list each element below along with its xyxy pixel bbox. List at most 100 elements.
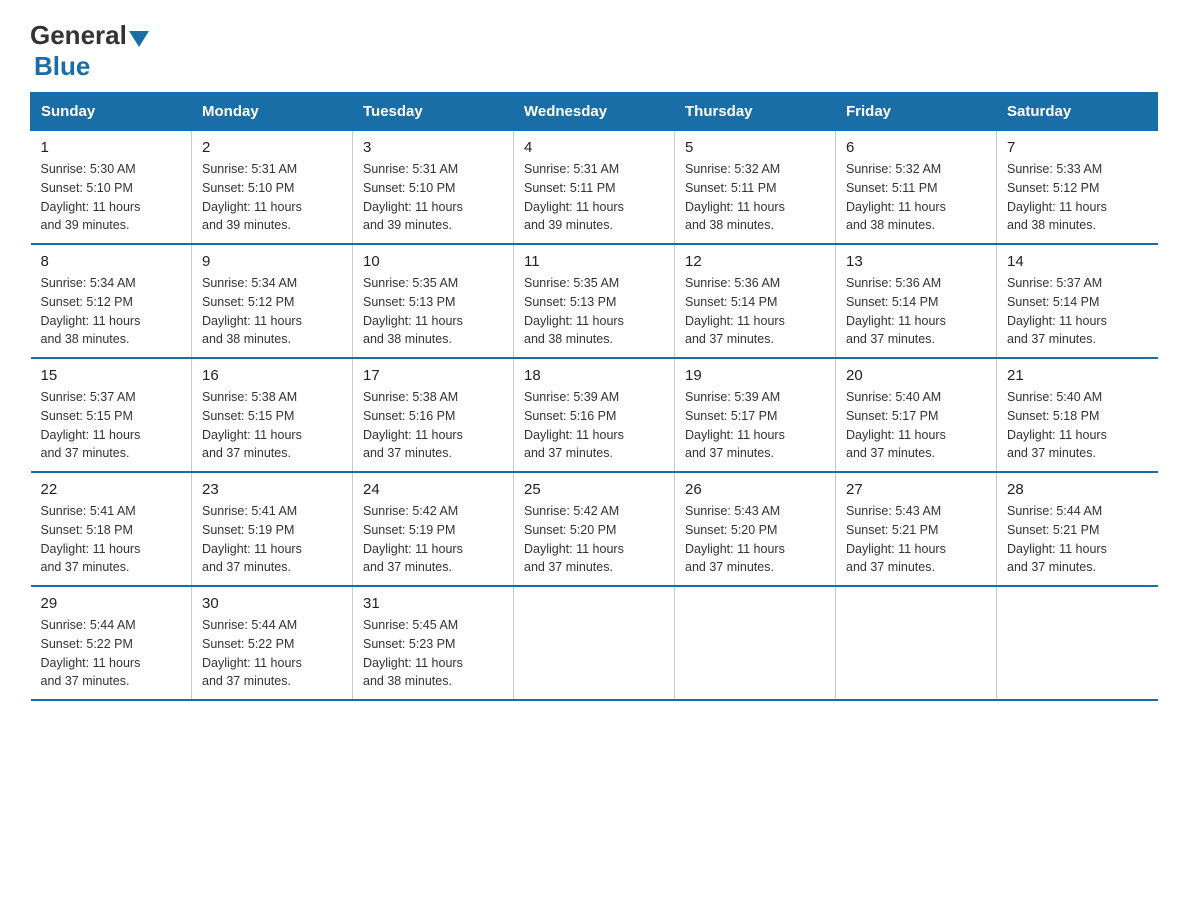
calendar-cell: 17 Sunrise: 5:38 AMSunset: 5:16 PMDaylig… — [353, 358, 514, 472]
calendar-cell: 9 Sunrise: 5:34 AMSunset: 5:12 PMDayligh… — [192, 244, 353, 358]
day-info: Sunrise: 5:36 AMSunset: 5:14 PMDaylight:… — [846, 274, 986, 349]
day-number: 5 — [685, 139, 825, 156]
day-number: 16 — [202, 367, 342, 384]
calendar-cell: 13 Sunrise: 5:36 AMSunset: 5:14 PMDaylig… — [836, 244, 997, 358]
calendar-cell: 10 Sunrise: 5:35 AMSunset: 5:13 PMDaylig… — [353, 244, 514, 358]
day-number: 18 — [524, 367, 664, 384]
day-info: Sunrise: 5:31 AMSunset: 5:11 PMDaylight:… — [524, 160, 664, 235]
day-info: Sunrise: 5:43 AMSunset: 5:20 PMDaylight:… — [685, 502, 825, 577]
day-number: 6 — [846, 139, 986, 156]
calendar-cell: 19 Sunrise: 5:39 AMSunset: 5:17 PMDaylig… — [675, 358, 836, 472]
calendar-cell: 31 Sunrise: 5:45 AMSunset: 5:23 PMDaylig… — [353, 586, 514, 700]
calendar-cell: 28 Sunrise: 5:44 AMSunset: 5:21 PMDaylig… — [997, 472, 1158, 586]
calendar-cell: 12 Sunrise: 5:36 AMSunset: 5:14 PMDaylig… — [675, 244, 836, 358]
calendar-cell: 4 Sunrise: 5:31 AMSunset: 5:11 PMDayligh… — [514, 131, 675, 245]
calendar-cell: 2 Sunrise: 5:31 AMSunset: 5:10 PMDayligh… — [192, 131, 353, 245]
day-number: 31 — [363, 595, 503, 612]
day-info: Sunrise: 5:30 AMSunset: 5:10 PMDaylight:… — [41, 160, 182, 235]
day-info: Sunrise: 5:42 AMSunset: 5:19 PMDaylight:… — [363, 502, 503, 577]
day-number: 27 — [846, 481, 986, 498]
day-info: Sunrise: 5:39 AMSunset: 5:17 PMDaylight:… — [685, 388, 825, 463]
day-number: 7 — [1007, 139, 1148, 156]
day-number: 2 — [202, 139, 342, 156]
logo-general-text: General — [30, 20, 127, 51]
calendar-cell: 27 Sunrise: 5:43 AMSunset: 5:21 PMDaylig… — [836, 472, 997, 586]
day-info: Sunrise: 5:31 AMSunset: 5:10 PMDaylight:… — [363, 160, 503, 235]
calendar-cell: 26 Sunrise: 5:43 AMSunset: 5:20 PMDaylig… — [675, 472, 836, 586]
day-number: 21 — [1007, 367, 1148, 384]
day-number: 19 — [685, 367, 825, 384]
day-info: Sunrise: 5:44 AMSunset: 5:22 PMDaylight:… — [202, 616, 342, 691]
day-number: 17 — [363, 367, 503, 384]
day-info: Sunrise: 5:38 AMSunset: 5:15 PMDaylight:… — [202, 388, 342, 463]
day-number: 9 — [202, 253, 342, 270]
day-number: 11 — [524, 253, 664, 270]
calendar-week-row: 15 Sunrise: 5:37 AMSunset: 5:15 PMDaylig… — [31, 358, 1158, 472]
day-info: Sunrise: 5:32 AMSunset: 5:11 PMDaylight:… — [685, 160, 825, 235]
calendar-cell: 25 Sunrise: 5:42 AMSunset: 5:20 PMDaylig… — [514, 472, 675, 586]
calendar-week-row: 29 Sunrise: 5:44 AMSunset: 5:22 PMDaylig… — [31, 586, 1158, 700]
logo-arrow-icon — [129, 31, 149, 47]
day-number: 10 — [363, 253, 503, 270]
calendar-cell — [997, 586, 1158, 700]
day-info: Sunrise: 5:31 AMSunset: 5:10 PMDaylight:… — [202, 160, 342, 235]
calendar-cell — [836, 586, 997, 700]
weekday-header-tuesday: Tuesday — [353, 93, 514, 131]
calendar-cell: 15 Sunrise: 5:37 AMSunset: 5:15 PMDaylig… — [31, 358, 192, 472]
day-info: Sunrise: 5:41 AMSunset: 5:18 PMDaylight:… — [41, 502, 182, 577]
day-info: Sunrise: 5:44 AMSunset: 5:21 PMDaylight:… — [1007, 502, 1148, 577]
day-number: 13 — [846, 253, 986, 270]
day-info: Sunrise: 5:35 AMSunset: 5:13 PMDaylight:… — [363, 274, 503, 349]
calendar-cell: 1 Sunrise: 5:30 AMSunset: 5:10 PMDayligh… — [31, 131, 192, 245]
calendar-cell: 21 Sunrise: 5:40 AMSunset: 5:18 PMDaylig… — [997, 358, 1158, 472]
day-number: 3 — [363, 139, 503, 156]
calendar-cell — [514, 586, 675, 700]
day-info: Sunrise: 5:33 AMSunset: 5:12 PMDaylight:… — [1007, 160, 1148, 235]
calendar-table: SundayMondayTuesdayWednesdayThursdayFrid… — [30, 92, 1158, 701]
day-number: 30 — [202, 595, 342, 612]
calendar-cell: 14 Sunrise: 5:37 AMSunset: 5:14 PMDaylig… — [997, 244, 1158, 358]
calendar-cell: 5 Sunrise: 5:32 AMSunset: 5:11 PMDayligh… — [675, 131, 836, 245]
calendar-cell: 30 Sunrise: 5:44 AMSunset: 5:22 PMDaylig… — [192, 586, 353, 700]
calendar-cell — [675, 586, 836, 700]
day-number: 20 — [846, 367, 986, 384]
day-info: Sunrise: 5:35 AMSunset: 5:13 PMDaylight:… — [524, 274, 664, 349]
day-number: 1 — [41, 139, 182, 156]
day-number: 15 — [41, 367, 182, 384]
day-number: 22 — [41, 481, 182, 498]
calendar-cell: 20 Sunrise: 5:40 AMSunset: 5:17 PMDaylig… — [836, 358, 997, 472]
day-info: Sunrise: 5:32 AMSunset: 5:11 PMDaylight:… — [846, 160, 986, 235]
calendar-cell: 6 Sunrise: 5:32 AMSunset: 5:11 PMDayligh… — [836, 131, 997, 245]
day-info: Sunrise: 5:37 AMSunset: 5:14 PMDaylight:… — [1007, 274, 1148, 349]
day-info: Sunrise: 5:37 AMSunset: 5:15 PMDaylight:… — [41, 388, 182, 463]
day-info: Sunrise: 5:36 AMSunset: 5:14 PMDaylight:… — [685, 274, 825, 349]
calendar-cell: 11 Sunrise: 5:35 AMSunset: 5:13 PMDaylig… — [514, 244, 675, 358]
weekday-header-sunday: Sunday — [31, 93, 192, 131]
weekday-header-monday: Monday — [192, 93, 353, 131]
calendar-cell: 8 Sunrise: 5:34 AMSunset: 5:12 PMDayligh… — [31, 244, 192, 358]
weekday-header-thursday: Thursday — [675, 93, 836, 131]
logo-blue-text: Blue — [34, 51, 90, 81]
weekday-header-saturday: Saturday — [997, 93, 1158, 131]
calendar-cell: 24 Sunrise: 5:42 AMSunset: 5:19 PMDaylig… — [353, 472, 514, 586]
day-info: Sunrise: 5:34 AMSunset: 5:12 PMDaylight:… — [202, 274, 342, 349]
day-number: 23 — [202, 481, 342, 498]
day-info: Sunrise: 5:39 AMSunset: 5:16 PMDaylight:… — [524, 388, 664, 463]
day-info: Sunrise: 5:41 AMSunset: 5:19 PMDaylight:… — [202, 502, 342, 577]
day-info: Sunrise: 5:40 AMSunset: 5:17 PMDaylight:… — [846, 388, 986, 463]
weekday-header-friday: Friday — [836, 93, 997, 131]
header: General Blue — [30, 20, 1158, 82]
day-info: Sunrise: 5:34 AMSunset: 5:12 PMDaylight:… — [41, 274, 182, 349]
day-info: Sunrise: 5:45 AMSunset: 5:23 PMDaylight:… — [363, 616, 503, 691]
calendar-cell: 29 Sunrise: 5:44 AMSunset: 5:22 PMDaylig… — [31, 586, 192, 700]
calendar-cell: 22 Sunrise: 5:41 AMSunset: 5:18 PMDaylig… — [31, 472, 192, 586]
day-number: 8 — [41, 253, 182, 270]
calendar-week-row: 1 Sunrise: 5:30 AMSunset: 5:10 PMDayligh… — [31, 131, 1158, 245]
day-info: Sunrise: 5:40 AMSunset: 5:18 PMDaylight:… — [1007, 388, 1148, 463]
calendar-cell: 23 Sunrise: 5:41 AMSunset: 5:19 PMDaylig… — [192, 472, 353, 586]
day-number: 29 — [41, 595, 182, 612]
day-info: Sunrise: 5:42 AMSunset: 5:20 PMDaylight:… — [524, 502, 664, 577]
calendar-week-row: 8 Sunrise: 5:34 AMSunset: 5:12 PMDayligh… — [31, 244, 1158, 358]
weekday-header-wednesday: Wednesday — [514, 93, 675, 131]
day-number: 26 — [685, 481, 825, 498]
